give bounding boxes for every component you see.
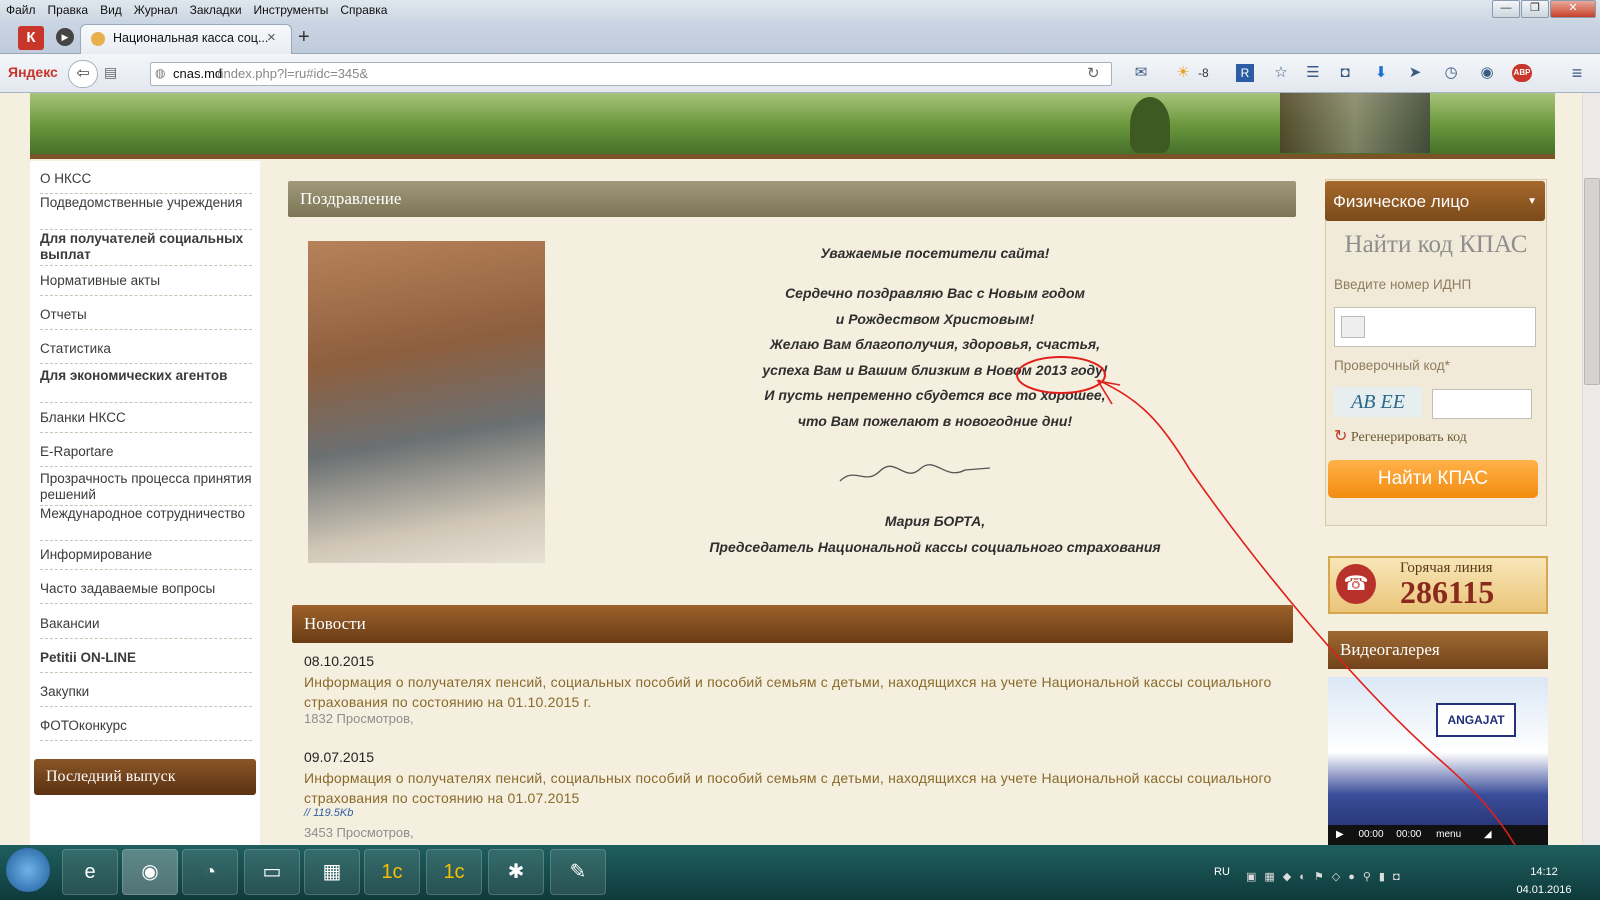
1c-icon[interactable]: 1c <box>364 849 420 895</box>
clock-date[interactable]: 04.01.2016 <box>1512 884 1576 896</box>
internet-explorer-icon[interactable]: e <box>62 849 118 895</box>
wifi-app-icon[interactable]: ◔ <box>182 849 238 895</box>
calculator-icon[interactable]: ▦ <box>304 849 360 895</box>
hand-drawn-annotation <box>1016 356 1579 897</box>
file-explorer-icon[interactable]: ▭ <box>244 849 300 895</box>
1c-enterprise-icon[interactable]: 1c <box>426 849 482 895</box>
language-indicator[interactable]: RU <box>1214 866 1230 878</box>
firefox-icon[interactable]: ◉ <box>122 849 178 895</box>
system-tray-icons[interactable]: ▣▦◆◐⚑◇●⚲▮◘ <box>1246 870 1486 886</box>
app-icon[interactable]: ✱ <box>488 849 544 895</box>
paint-icon[interactable]: ✎ <box>550 849 606 895</box>
clock-time[interactable]: 14:12 <box>1516 866 1572 878</box>
start-button[interactable] <box>6 848 50 892</box>
scrollbar-thumb[interactable] <box>1584 178 1600 385</box>
